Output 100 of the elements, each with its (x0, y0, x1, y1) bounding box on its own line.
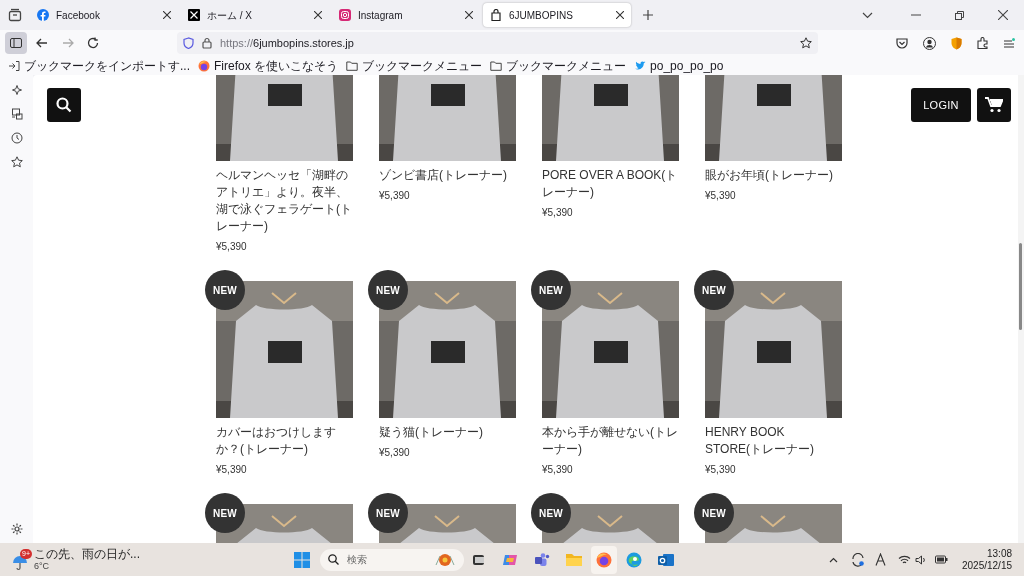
new-badge: NEW (368, 270, 408, 310)
x-logo-icon (188, 9, 200, 21)
import-icon (8, 59, 20, 72)
weather-text[interactable]: この先、雨の日が... (34, 547, 140, 561)
firefox-icon (596, 551, 613, 568)
camera-logo-icon (339, 9, 351, 21)
start-icon[interactable] (294, 551, 311, 568)
new-badge: NEW (694, 493, 734, 533)
bookmark-item[interactable]: ブックマークをインポートす... (8, 58, 190, 73)
account-icon[interactable] (923, 36, 936, 50)
firefox-taskbar-button[interactable] (591, 545, 618, 574)
product-price: ¥5,390 (379, 446, 411, 460)
sweatshirt-photo[interactable] (216, 75, 353, 161)
product-title[interactable]: 本から手が離せない(トレーナー) (542, 424, 679, 458)
address-bar[interactable]: https://6jumbopins.stores.jp (177, 32, 818, 54)
new-badge: NEW (205, 270, 245, 310)
new-badge: NEW (205, 493, 245, 533)
bookmark-item[interactable]: ブックマークメニュー (346, 58, 483, 73)
browser-tab[interactable]: ホーム / X (181, 3, 329, 27)
search-icon (56, 97, 72, 113)
lock-icon[interactable] (202, 37, 212, 49)
product-price: ¥5,390 (379, 189, 411, 203)
close-tab-icon[interactable] (163, 11, 171, 19)
sparkle-icon[interactable] (10, 84, 23, 96)
product-title[interactable]: ゾンビ書店(トレーナー) (379, 167, 516, 184)
product-title[interactable]: HENRY BOOK STORE(トレーナー) (705, 424, 842, 458)
pocket-icon[interactable] (896, 37, 908, 49)
product-title[interactable]: 眼がお年頃(トレーナー) (705, 167, 842, 184)
sync-icon[interactable] (850, 552, 865, 567)
teams-icon[interactable] (534, 551, 551, 568)
settings-icon[interactable] (10, 523, 23, 535)
scrollbar-thumb[interactable] (1019, 243, 1022, 330)
battery-icon[interactable] (934, 555, 948, 564)
product-price: ¥5,390 (705, 189, 737, 203)
product-title[interactable]: PORE OVER A BOOK(トレーナー) (542, 167, 679, 201)
sweatshirt-photo[interactable] (542, 75, 679, 161)
flower-icon (434, 552, 457, 567)
clock-date[interactable]: 2025/12/15 (961, 559, 1012, 572)
bookmark-item[interactable]: Firefox を使いこなそう (198, 58, 339, 73)
edge-icon[interactable] (626, 551, 643, 568)
product-price: ¥5,390 (216, 240, 248, 254)
input-method-icon[interactable] (874, 553, 886, 566)
close-tab-icon[interactable] (465, 11, 473, 19)
search-placeholder: 検索 (347, 553, 368, 567)
bookmark-item[interactable]: po_po_po_po (634, 58, 724, 73)
shield-extension-icon[interactable] (951, 36, 962, 50)
firefox-icon (198, 59, 210, 72)
browser-tab[interactable]: 6JUMBOPINS (483, 3, 631, 27)
scrollbar[interactable] (1018, 75, 1024, 543)
app-icon[interactable] (472, 552, 487, 567)
folder-icon (490, 59, 503, 72)
star-icon[interactable] (800, 37, 812, 49)
product-title[interactable]: 疑う猫(トレーナー) (379, 424, 516, 441)
back-icon[interactable] (36, 38, 48, 48)
devices-icon[interactable] (10, 108, 23, 120)
tab-list-icon[interactable] (8, 8, 22, 22)
close-tab-icon[interactable] (314, 11, 322, 19)
new-tab-icon[interactable] (643, 10, 653, 20)
bird-icon (634, 59, 647, 72)
outlook-icon[interactable] (658, 551, 675, 568)
bookmark-item[interactable]: ブックマークメニュー (490, 58, 627, 73)
product-price: ¥5,390 (542, 463, 574, 477)
shopping-bag-icon (490, 9, 502, 21)
new-badge: NEW (531, 493, 571, 533)
folder-icon (346, 59, 359, 72)
product-price: ¥5,390 (705, 463, 737, 477)
close-icon[interactable] (998, 10, 1008, 20)
cart-icon (985, 97, 1003, 113)
temperature-text: 6°C (34, 560, 51, 572)
search-button[interactable] (47, 88, 81, 122)
extensions-icon[interactable] (977, 37, 989, 49)
menu-icon[interactable] (1003, 37, 1015, 49)
url-text: https://6jumbopins.stores.jp (220, 35, 354, 51)
wifi-icon[interactable] (897, 554, 911, 565)
login-button[interactable]: LOGIN (911, 88, 971, 122)
sweatshirt-photo[interactable] (705, 75, 842, 161)
close-tab-icon[interactable] (616, 11, 624, 19)
umbrella-icon[interactable] (12, 554, 28, 571)
shield-icon[interactable] (183, 37, 194, 49)
chevron-up-icon[interactable] (828, 556, 838, 563)
chevron-down-icon[interactable] (862, 11, 873, 19)
volume-icon[interactable] (914, 554, 927, 565)
search-icon (328, 554, 340, 565)
browser-tab[interactable]: Instagram (332, 3, 480, 27)
history-icon[interactable] (10, 132, 23, 144)
browser-tab[interactable]: Facebook (30, 3, 178, 27)
bookmark-star-icon[interactable] (10, 156, 23, 168)
product-title[interactable]: ヘルマンヘッセ「湖畔のアトリエ」より。夜半、湖で泳ぐフェラゲート(トレーナー) (216, 167, 353, 235)
product-title[interactable]: カバーはおつけしますか？(トレーナー) (216, 424, 353, 458)
sweatshirt-photo[interactable] (379, 75, 516, 161)
new-badge: NEW (368, 493, 408, 533)
product-price: ¥5,390 (542, 206, 574, 220)
taskbar-search-field[interactable]: 検索 (320, 548, 465, 571)
restore-icon[interactable] (955, 10, 964, 20)
sidebar-toggle-button[interactable] (5, 32, 27, 54)
reload-icon[interactable] (87, 37, 99, 49)
sidebar-icon (10, 38, 22, 48)
clock-time[interactable]: 13:08 (987, 547, 1012, 560)
cart-button[interactable] (977, 88, 1011, 122)
new-badge: NEW (694, 270, 734, 310)
